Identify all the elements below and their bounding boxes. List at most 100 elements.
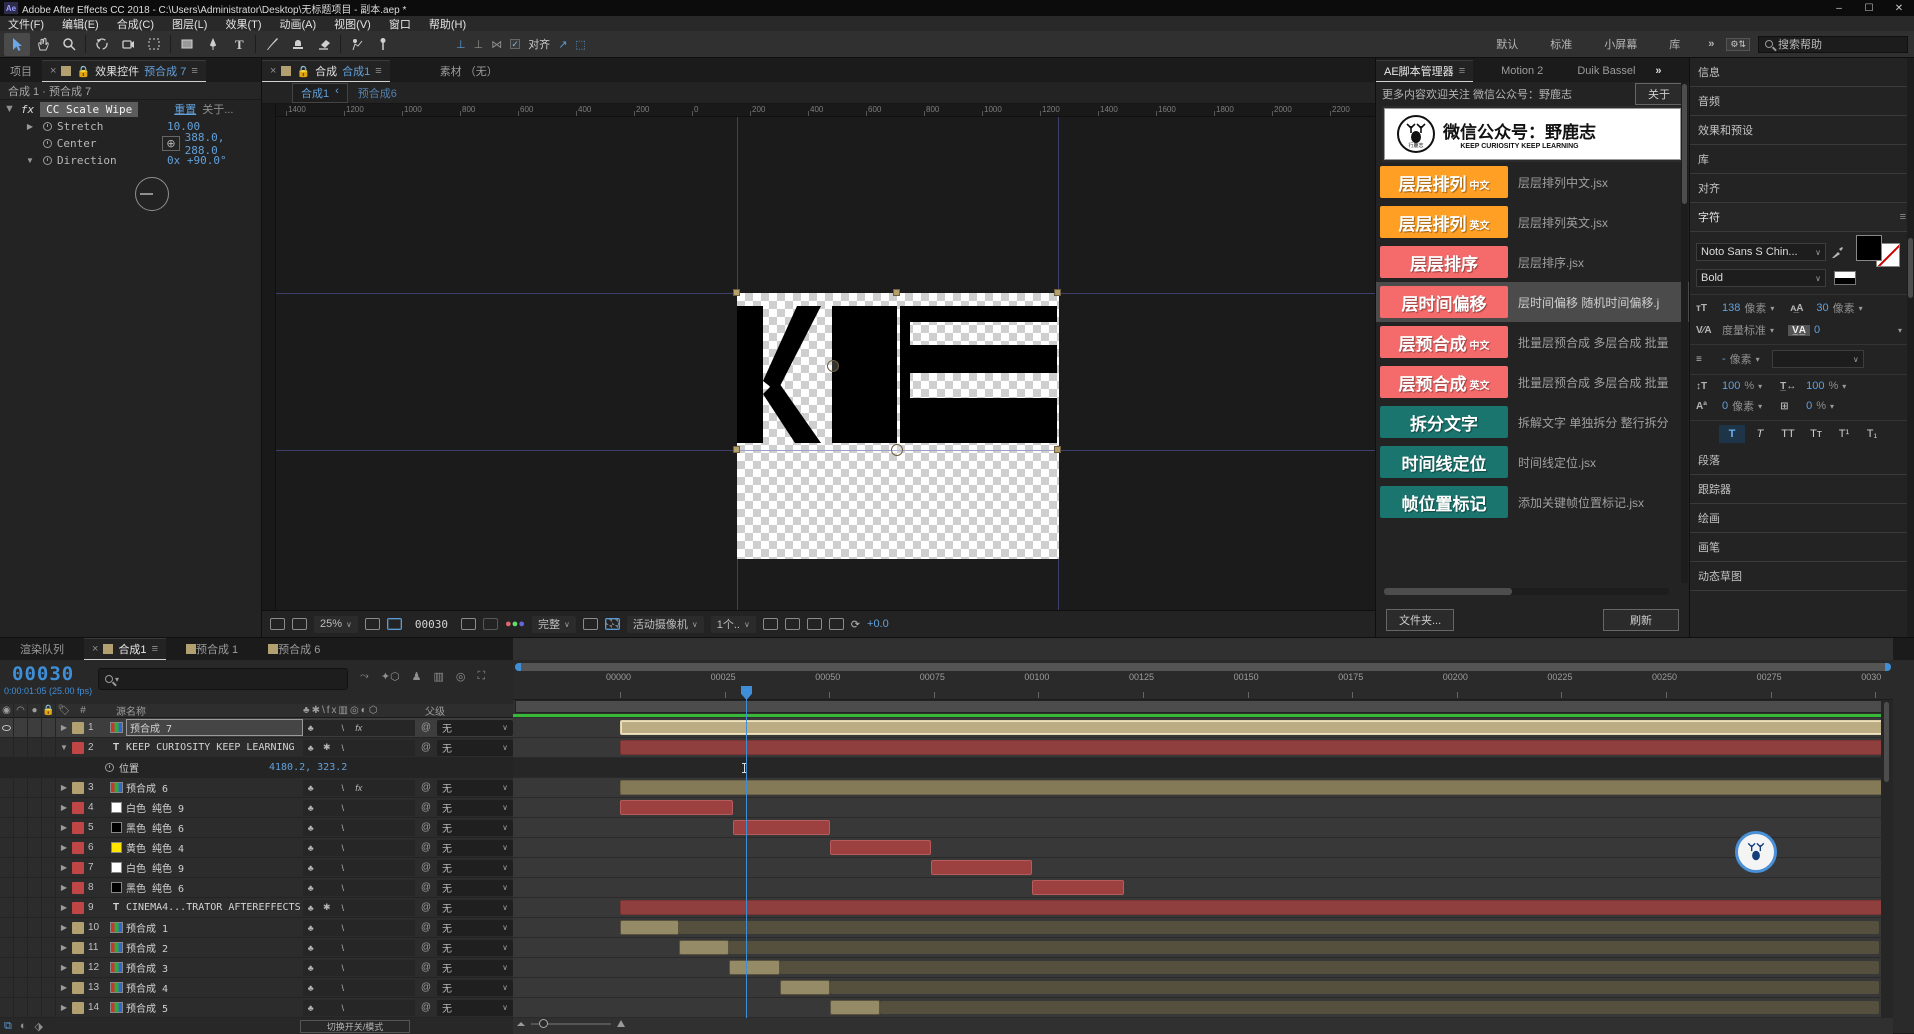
expand-arrow[interactable]: ▼: [56, 743, 72, 752]
audio-toggle[interactable]: [14, 997, 28, 1018]
parent-dropdown[interactable]: 无 ∨: [437, 999, 513, 1016]
sw[interactable]: [383, 739, 399, 756]
layer-row[interactable]: ▶ 4 白色 纯色 9 ♣ \ @ 无 ∨: [0, 797, 513, 818]
collapse-switch[interactable]: [319, 819, 335, 836]
layer-label-color[interactable]: [72, 781, 84, 794]
quality-switch[interactable]: ♣: [303, 819, 319, 836]
mask-snap-icon[interactable]: ↗: [558, 38, 567, 51]
menu-item[interactable]: 文件(F): [8, 16, 44, 32]
layer-bar-row[interactable]: [513, 918, 1893, 938]
tab-effect-controls[interactable]: × 🔒 效果控件 预合成 7 ≡: [42, 60, 206, 82]
parent-pickwhip-icon[interactable]: @: [415, 882, 437, 893]
layer-label-color[interactable]: [72, 1001, 84, 1014]
layer-bar-row[interactable]: [513, 778, 1893, 798]
parent-pickwhip-icon[interactable]: @: [415, 802, 437, 813]
tab-footage[interactable]: 素材 （无）: [430, 60, 508, 82]
parent-dropdown[interactable]: 无 ∨: [437, 899, 513, 916]
panel-动态草图[interactable]: 动态草图: [1690, 562, 1914, 591]
layer-duration-bar[interactable]: [830, 840, 931, 855]
parent-pickwhip-icon[interactable]: @: [415, 962, 437, 973]
timeline-zoom-control[interactable]: [517, 1018, 625, 1028]
snap-checkbox[interactable]: ✓: [510, 39, 521, 49]
parent-dropdown[interactable]: 无 ∨: [437, 839, 513, 856]
fill-stroke-swatches[interactable]: [1856, 235, 1900, 269]
parent-dropdown[interactable]: 无 ∨: [437, 939, 513, 956]
playhead-line[interactable]: [746, 688, 747, 1018]
reset-exposure-icon[interactable]: ⟳: [851, 618, 860, 631]
frame-blend-icon[interactable]: ▥: [434, 670, 444, 683]
video-toggle[interactable]: [0, 937, 14, 958]
orbit-tool[interactable]: [89, 33, 115, 56]
layer-label-color[interactable]: [72, 821, 84, 834]
toggle-switches-modes-button[interactable]: 切换开关/模式: [300, 1019, 410, 1033]
lock-icon[interactable]: 🔒: [76, 65, 90, 78]
layer-duration-bar[interactable]: [678, 940, 730, 955]
property-name[interactable]: 位置: [119, 760, 269, 775]
timeline-tab-预合成 1[interactable]: 预合成 1: [176, 638, 248, 660]
view-axis-icon[interactable]: ⋈: [491, 38, 502, 51]
quality-switch[interactable]: ♣: [303, 859, 319, 876]
draft-switch[interactable]: \: [335, 879, 351, 896]
selection-handle[interactable]: [1054, 446, 1061, 453]
timeline-vscrollbar[interactable]: [1881, 700, 1893, 1018]
panel-menu-icon[interactable]: ≡: [1459, 65, 1465, 77]
script-button[interactable]: 层时间偏移: [1380, 286, 1508, 318]
flowchart-button-icon[interactable]: [828, 618, 844, 630]
expand-arrow[interactable]: ▶: [56, 783, 72, 792]
layer-row[interactable]: ▼ 2 T KEEP CURIOSITY KEEP LEARNING ♣ ✱ \ @ 无 ∨: [0, 737, 513, 758]
expand-arrow[interactable]: ▶: [56, 943, 72, 952]
draft-switch[interactable]: \: [335, 959, 351, 976]
sw[interactable]: [383, 779, 399, 796]
script-button[interactable]: 层层排列 中文: [1380, 166, 1508, 198]
layer-name[interactable]: 预合成 2: [126, 940, 303, 955]
expand-arrow[interactable]: ▶: [56, 983, 72, 992]
lock-toggle[interactable]: [42, 957, 56, 978]
lock-icon[interactable]: 🔒: [296, 65, 310, 78]
zoom-slider-thumb[interactable]: [539, 1018, 548, 1028]
collapse-switch[interactable]: [319, 919, 335, 936]
layer-duration-bar[interactable]: [930, 860, 1032, 875]
layer-bar-row[interactable]: [513, 898, 1893, 918]
current-frame-display[interactable]: 00030: [12, 663, 74, 685]
workspace-overflow-icon[interactable]: »: [1696, 38, 1726, 50]
expand-arrow[interactable]: ▶: [56, 843, 72, 852]
video-toggle[interactable]: [0, 917, 14, 938]
sw[interactable]: [399, 859, 415, 876]
grid-guides-icon[interactable]: [364, 618, 380, 630]
fx-switch[interactable]: [351, 959, 367, 976]
vertical-scale-value[interactable]: 100: [1722, 380, 1740, 392]
draft-switch[interactable]: \: [335, 979, 351, 996]
type-tool[interactable]: T: [226, 33, 252, 56]
audio-toggle[interactable]: [14, 797, 28, 818]
layer-label-color[interactable]: [72, 741, 84, 754]
source-name-column[interactable]: 源名称: [94, 703, 303, 718]
sw[interactable]: [367, 719, 383, 736]
layer-label-color[interactable]: [72, 941, 84, 954]
stopwatch-icon[interactable]: [43, 122, 52, 131]
expand-arrow[interactable]: ▶: [56, 723, 72, 732]
script-row[interactable]: 层层排序 层层排序.jsx: [1376, 242, 1689, 282]
layer-name[interactable]: CINEMA4...TRATOR AFTEREFFECTS: [126, 902, 303, 913]
font-family-select[interactable]: Noto Sans S Chin... ∨: [1696, 243, 1826, 261]
layer-bar-row[interactable]: [513, 798, 1893, 818]
collapse-switch[interactable]: [319, 719, 335, 736]
zoom-slider[interactable]: [531, 1018, 611, 1028]
tsume-value[interactable]: 0: [1806, 400, 1812, 412]
parent-pickwhip-icon[interactable]: @: [415, 942, 437, 953]
expand-arrow[interactable]: ▶: [56, 1003, 72, 1012]
quality-switch[interactable]: ♣: [303, 799, 319, 816]
script-row[interactable]: 时间线定位 时间线定位.jsx: [1376, 442, 1689, 482]
sw[interactable]: [383, 899, 399, 916]
layer-label-color[interactable]: [72, 881, 84, 894]
video-toggle[interactable]: [0, 857, 14, 878]
sw[interactable]: [367, 859, 383, 876]
workspace-标准[interactable]: 标准: [1534, 36, 1588, 52]
script-row[interactable]: 层时间偏移 层时间偏移 随机时间偏移.j: [1376, 282, 1689, 322]
draft-switch[interactable]: \: [335, 919, 351, 936]
audio-toggle[interactable]: [14, 917, 28, 938]
layer-bar-row[interactable]: [513, 938, 1893, 958]
fast-previews-icon[interactable]: [784, 618, 800, 630]
solo-toggle[interactable]: [28, 937, 42, 958]
close-button[interactable]: ✕: [1884, 0, 1914, 16]
effect-reset-link[interactable]: 重置: [174, 101, 196, 117]
